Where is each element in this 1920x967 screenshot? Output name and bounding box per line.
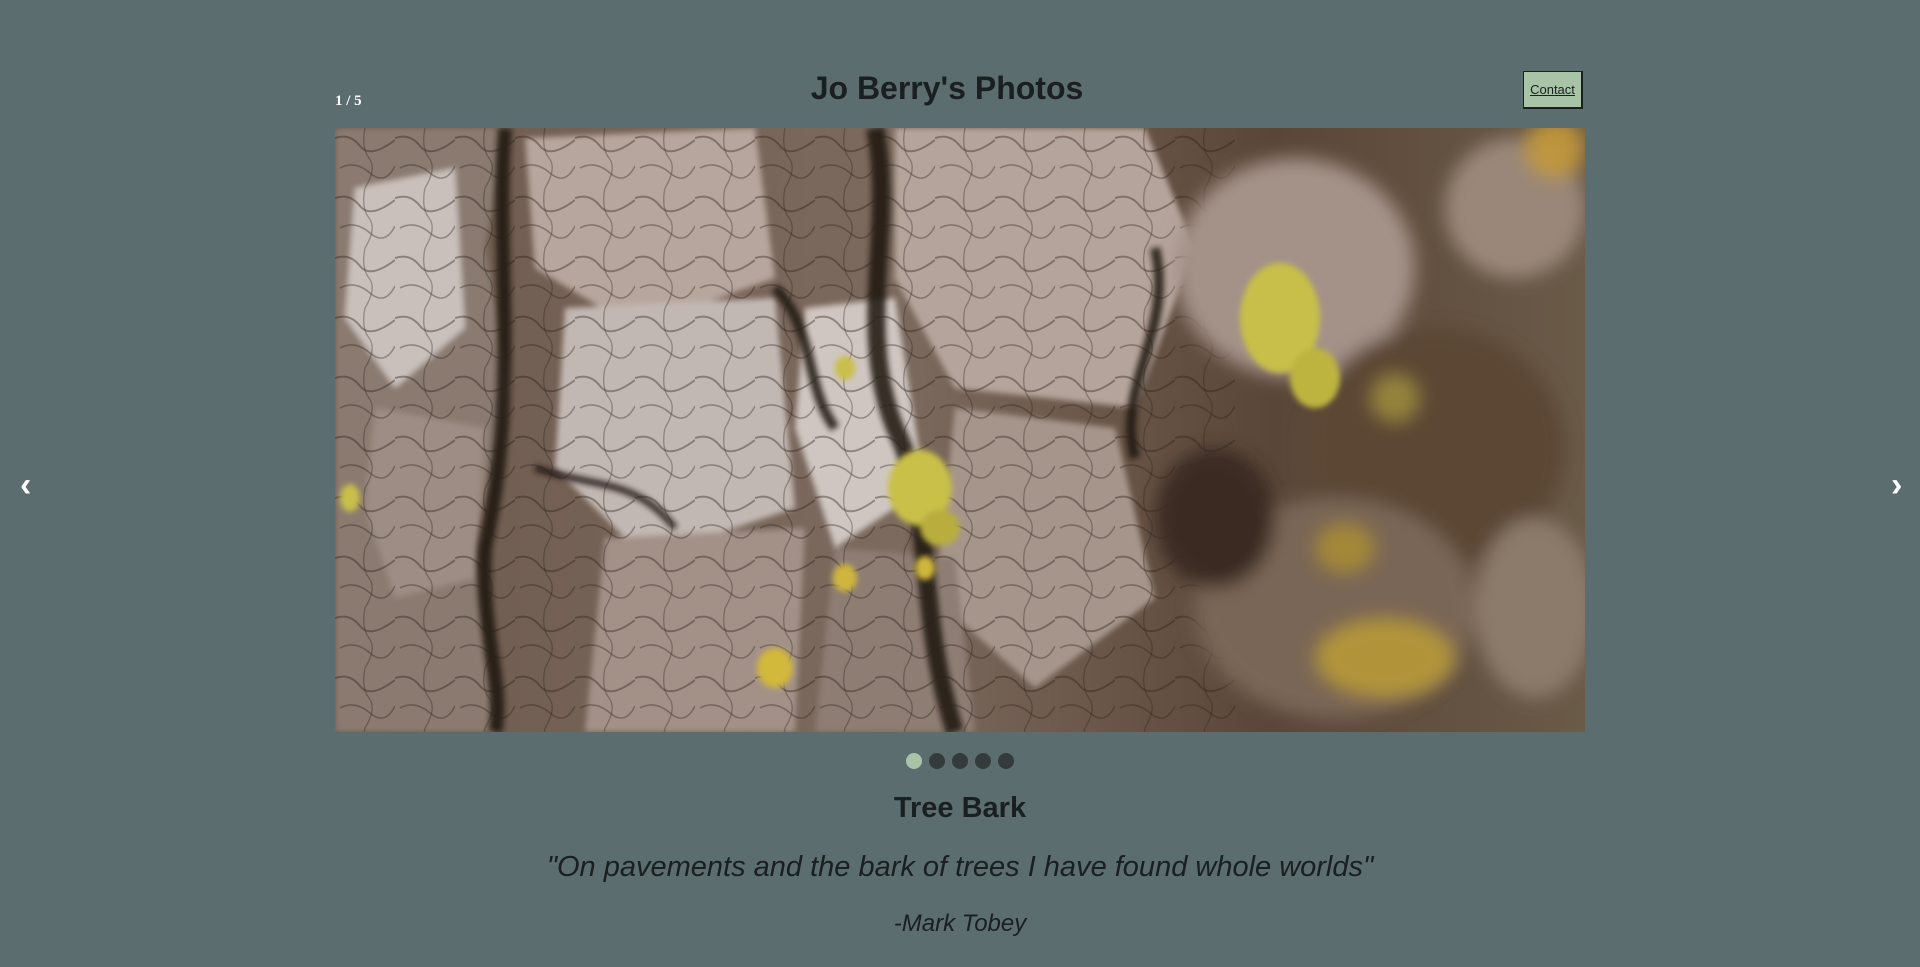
photo-title: Tree Bark — [893, 792, 1027, 824]
slide-indicator-dots — [0, 753, 1920, 769]
slide-dot-1[interactable] — [906, 753, 922, 769]
chevron-left-icon[interactable]: ‹ — [20, 468, 31, 502]
slide-dot-4[interactable] — [975, 753, 991, 769]
slide-dot-5[interactable] — [998, 753, 1014, 769]
page: 1 / 5 Jo Berry's Photos Contact ‹ › Tree… — [0, 0, 1920, 967]
tree-bark-photo — [335, 128, 1585, 732]
quote-author: -Mark Tobey — [893, 910, 1027, 937]
photo-quote: "On pavements and the bark of trees I ha… — [546, 851, 1374, 883]
slide-dot-3[interactable] — [952, 753, 968, 769]
contact-button[interactable]: Contact — [1523, 71, 1583, 109]
slide-dot-2[interactable] — [929, 753, 945, 769]
chevron-right-icon[interactable]: › — [1891, 468, 1902, 502]
slide-photo — [335, 128, 1585, 732]
site-title: Jo Berry's Photos — [810, 70, 1084, 106]
